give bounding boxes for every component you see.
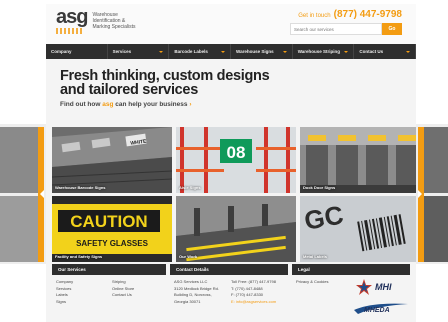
tile-label: Facility and Safety Signs bbox=[55, 254, 103, 259]
footer-address: ASG Services LLC 3120 Medlock Bridge Rd.… bbox=[174, 279, 219, 305]
nav-label: Warehouse Striping bbox=[297, 49, 341, 54]
privacy-link[interactable]: Privacy & Cookies bbox=[296, 279, 328, 286]
mhi-badge: MHI bbox=[356, 278, 410, 296]
main-nav: Company Services Barcode Labels Warehous… bbox=[46, 44, 416, 59]
tile-our-work[interactable]: Our Work bbox=[176, 196, 296, 262]
tile-dock-door-signs[interactable]: Dock Door Signs bbox=[300, 127, 416, 193]
footer-link[interactable]: Contact Us bbox=[112, 292, 134, 299]
chevron-down-icon bbox=[344, 50, 349, 53]
nav-item-barcode-labels[interactable]: Barcode Labels bbox=[169, 44, 232, 59]
sign-subtext: SAFETY GLASSES bbox=[76, 239, 149, 248]
hero-title-line: and tailored services bbox=[60, 82, 198, 98]
phone-number[interactable]: (877) 447-9798 bbox=[334, 9, 402, 20]
tile-image: GC bbox=[300, 196, 416, 262]
tile-aisle-signs[interactable]: 08 Aisle Signs bbox=[176, 127, 296, 193]
footer-link[interactable]: Signs bbox=[56, 299, 73, 306]
footer-legal: Privacy & Cookies bbox=[296, 279, 328, 286]
mheda-text: MHEDA bbox=[364, 307, 390, 314]
footer-heading-legal: Legal bbox=[292, 264, 410, 275]
tagline-line: Marking Specialists bbox=[92, 24, 136, 30]
logo-dots-graphic bbox=[56, 28, 84, 34]
nav-label: Contact Us bbox=[359, 49, 384, 54]
logo[interactable]: asg Warehouse Identification & Marking S… bbox=[56, 6, 142, 34]
website: asg Warehouse Identification & Marking S… bbox=[46, 4, 416, 322]
header: asg Warehouse Identification & Marking S… bbox=[46, 4, 416, 44]
hero-title: Fresh thinking, custom designs and tailo… bbox=[60, 68, 406, 98]
carousel-next-image bbox=[416, 124, 448, 264]
nav-item-company[interactable]: Company bbox=[46, 44, 108, 59]
footer-services-col1: Company Services Labels Signs bbox=[56, 279, 73, 305]
chevron-down-icon bbox=[159, 50, 164, 53]
footer-services-col2: Striping Online Store Contact Us bbox=[112, 279, 134, 299]
service-tiles: WHITE Warehouse Barcode Signs 08 Aisle S… bbox=[46, 124, 416, 264]
tile-image bbox=[300, 127, 416, 193]
tile-image bbox=[176, 196, 296, 262]
tile-facility-and-safety-signs[interactable]: CAUTION SAFETY GLASSES Facility and Safe… bbox=[52, 196, 172, 262]
tile-image: CAUTION SAFETY GLASSES bbox=[52, 196, 172, 262]
nav-item-warehouse-striping[interactable]: Warehouse Striping bbox=[293, 44, 355, 59]
footer-link[interactable]: Company bbox=[56, 279, 73, 286]
contact-prefix: Get in touch bbox=[298, 13, 331, 19]
sign-text: 08 bbox=[227, 143, 246, 162]
tile-label: Dock Door Signs bbox=[303, 185, 336, 190]
carousel-next-panel[interactable] bbox=[416, 124, 448, 264]
mheda-badge: MHEDA bbox=[352, 300, 410, 316]
arrow-right-icon: › bbox=[189, 101, 192, 108]
cta-suffix: can help your business bbox=[113, 101, 188, 108]
hero: Fresh thinking, custom designs and tailo… bbox=[46, 59, 416, 124]
hero-cta-link[interactable]: Find out how asg can help your business … bbox=[60, 101, 406, 108]
search-input[interactable] bbox=[290, 23, 382, 35]
chevron-down-icon bbox=[282, 50, 287, 53]
search-bar: Go bbox=[290, 23, 402, 35]
nav-label: Warehouse Signs bbox=[236, 49, 274, 54]
chevron-down-icon bbox=[406, 50, 411, 53]
mhi-text: MHI bbox=[375, 282, 392, 292]
nav-label: Company bbox=[51, 49, 72, 54]
nav-label: Services bbox=[112, 49, 132, 54]
tile-warehouse-barcode-signs[interactable]: WHITE Warehouse Barcode Signs bbox=[52, 127, 172, 193]
footer-heading-services: Our Services bbox=[52, 264, 166, 275]
nav-item-contact-us[interactable]: Contact Us bbox=[354, 44, 416, 59]
logo-tagline: Warehouse Identification & Marking Speci… bbox=[92, 12, 142, 30]
star-icon bbox=[356, 279, 372, 295]
email-link[interactable]: E: info@asgservices.com bbox=[231, 299, 276, 306]
tile-label: Warehouse Barcode Signs bbox=[55, 185, 106, 190]
footer: Our Services Contact Details Legal Compa… bbox=[46, 264, 416, 322]
carousel-prev-panel[interactable] bbox=[0, 124, 46, 264]
contact-info: Get in touch (877) 447-9798 bbox=[298, 9, 402, 20]
nav-label: Barcode Labels bbox=[174, 49, 208, 54]
carousel-prev-image bbox=[0, 124, 46, 264]
search-button[interactable]: Go bbox=[382, 23, 402, 35]
tile-label: Aisle Signs bbox=[179, 185, 201, 190]
tile-label: Metal Labels bbox=[303, 254, 328, 259]
footer-phones: Toll Free: (877) 447-9798 T: (770) 447-8… bbox=[231, 279, 276, 305]
cta-brand: asg bbox=[102, 101, 114, 108]
phone-line: Toll Free: (877) 447-9798 bbox=[231, 279, 276, 284]
sign-text: CAUTION bbox=[70, 212, 147, 231]
tile-metal-labels[interactable]: GC Metal Labels bbox=[300, 196, 416, 262]
page: asg Warehouse Identification & Marking S… bbox=[0, 0, 448, 322]
nav-item-services[interactable]: Services bbox=[108, 44, 170, 59]
address-line: Georgia 30071 bbox=[174, 298, 201, 304]
hero-title-line: Fresh thinking, custom designs bbox=[60, 68, 270, 84]
tile-image: 08 bbox=[176, 127, 296, 193]
cta-prefix: Find out how bbox=[60, 101, 103, 108]
logo-text: asg bbox=[56, 6, 88, 28]
tile-image: WHITE bbox=[52, 127, 172, 193]
chevron-down-icon bbox=[221, 50, 226, 53]
footer-heading-contact: Contact Details bbox=[170, 264, 288, 275]
tile-label: Our Work bbox=[179, 254, 198, 259]
nav-item-warehouse-signs[interactable]: Warehouse Signs bbox=[231, 44, 293, 59]
